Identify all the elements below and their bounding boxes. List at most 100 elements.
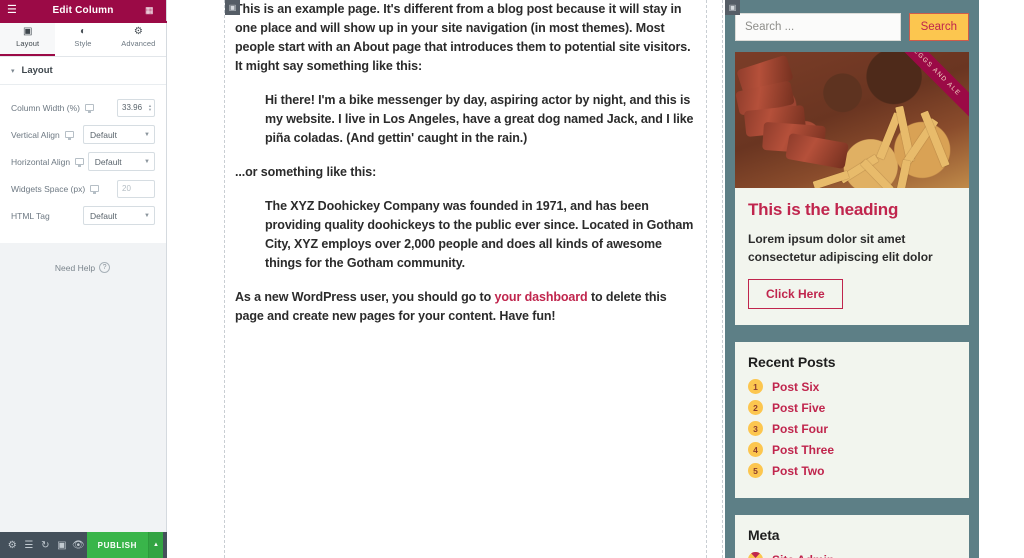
control-html-tag-label: HTML Tag: [11, 210, 50, 221]
stepper-arrows-icon[interactable]: ▲ ▼: [148, 104, 154, 111]
click-here-button[interactable]: Click Here: [748, 279, 843, 309]
paragraph-final: As a new WordPress user, you should go t…: [235, 288, 696, 326]
settings-gear-icon[interactable]: ⚙: [4, 532, 21, 558]
list-item: Site Admin: [748, 552, 956, 558]
chevron-down-icon: ▼: [144, 212, 150, 219]
panel-title: Edit Column: [52, 5, 114, 16]
paragraph-intro: This is an example page. It's different …: [235, 2, 691, 73]
elementor-settings-panel: ☰ Edit Column ▦ ▣ Layout ◐ Style ⚙ Advan…: [0, 0, 167, 558]
meta-list: Site Admin Log out Entries feed: [748, 552, 956, 558]
post-number-badge: 3: [748, 421, 763, 436]
responsive-mode-icon[interactable]: ▣: [54, 532, 71, 558]
horizontal-align-value: Default: [94, 156, 122, 167]
blockquote-one: Hi there! I'm a bike messenger by day, a…: [265, 93, 694, 145]
column-width-value: 33.96: [122, 103, 143, 112]
column-width-input[interactable]: 33.96 ▲ ▼: [117, 98, 155, 117]
panel-footer-toolbar: ⚙ ☰ ↻ ▣ 👁 PUBLISH ▲: [0, 532, 167, 558]
column-handle-icon[interactable]: ▣: [225, 0, 240, 15]
editor-canvas: ▣ This is an example page. It's differen…: [167, 0, 1024, 558]
vertical-align-select[interactable]: Default ▼: [83, 125, 155, 144]
desktop-icon[interactable]: [84, 104, 94, 113]
recent-posts-widget: Recent Posts 1 Post Six 2 Post Five 3 Po…: [735, 342, 969, 498]
layers-navigator-icon[interactable]: ☰: [21, 532, 38, 558]
chevron-down-icon: ▼: [144, 158, 150, 165]
meta-link[interactable]: Site Admin: [772, 553, 834, 558]
sidebar-column: ▣ Search ... Search EGGS AND ALE This is…: [725, 0, 979, 558]
hero-card: EGGS AND ALE This is the heading Lorem i…: [735, 52, 969, 325]
vertical-align-value: Default: [90, 129, 117, 140]
html-tag-value: Default: [90, 210, 117, 221]
control-column-width: Column Width (%) 33.96 ▲ ▼: [11, 94, 155, 121]
post-number-badge: 5: [748, 463, 763, 478]
control-widgets-space-label: Widgets Space (px): [11, 183, 86, 194]
control-column-width-label: Column Width (%): [11, 102, 80, 113]
steak-and-fries-photo: EGGS AND ALE: [735, 52, 969, 188]
desktop-icon[interactable]: [75, 158, 84, 167]
paragraph-or: ...or something like this:: [235, 165, 377, 179]
control-horizontal-align: Horizontal Align Default ▼: [11, 148, 155, 175]
bowtie-bullet-icon: [748, 552, 763, 558]
hero-body-text: Lorem ipsum dolor sit amet consectetur a…: [748, 232, 933, 264]
post-number-badge: 1: [748, 379, 763, 394]
control-vertical-align: Vertical Align Default ▼: [11, 121, 155, 148]
list-item: 5 Post Two: [748, 463, 956, 478]
recent-posts-list: 1 Post Six 2 Post Five 3 Post Four 4 Pos…: [748, 379, 956, 478]
recent-posts-title: Recent Posts: [748, 354, 836, 370]
main-content-column: ▣ This is an example page. It's differen…: [225, 0, 704, 341]
meta-title: Meta: [748, 527, 780, 543]
question-circle-icon: ?: [99, 262, 111, 273]
apps-grid-icon[interactable]: ▦: [145, 6, 159, 15]
panel-accent-bar: [0, 21, 167, 23]
widgets-space-placeholder: 20: [122, 184, 131, 193]
sidebar-inner: Search ... Search EGGS AND ALE This is t…: [725, 0, 979, 558]
preview-eye-icon[interactable]: 👁: [70, 532, 87, 558]
html-tag-select[interactable]: Default ▼: [83, 206, 155, 225]
widgets-space-input[interactable]: 20: [117, 179, 155, 198]
chevron-down-icon: ▼: [144, 131, 150, 138]
panel-tabs: ▣ Layout ◐ Style ⚙ Advanced: [0, 21, 166, 57]
search-widget: Search ... Search: [735, 13, 969, 41]
post-link[interactable]: Post Four: [772, 422, 828, 436]
publish-label: PUBLISH: [97, 540, 137, 550]
tab-style[interactable]: ◐ Style: [55, 21, 110, 56]
search-button[interactable]: Search: [908, 13, 969, 41]
need-help-link[interactable]: Need Help ?: [0, 262, 165, 273]
contrast-half-circle-icon: ◐: [79, 26, 87, 37]
publish-options-arrow[interactable]: ▲: [147, 532, 164, 558]
section-layout-header[interactable]: ▾ Layout: [0, 57, 166, 85]
hamburger-icon[interactable]: ☰: [7, 5, 21, 16]
post-link[interactable]: Post Six: [772, 380, 819, 394]
tab-style-label: Style: [74, 39, 92, 48]
post-number-badge: 4: [748, 442, 763, 457]
control-vertical-align-label: Vertical Align: [11, 129, 60, 140]
history-clock-icon[interactable]: ↻: [37, 532, 54, 558]
column-guide-left: [224, 0, 225, 558]
search-input[interactable]: Search ...: [735, 13, 901, 41]
post-number-badge: 2: [748, 400, 763, 415]
panel-header: ☰ Edit Column ▦: [0, 0, 166, 21]
desktop-icon[interactable]: [90, 185, 100, 194]
tab-advanced-label: Advanced: [121, 39, 156, 48]
tab-layout-label: Layout: [16, 39, 40, 48]
tab-layout[interactable]: ▣ Layout: [0, 21, 56, 56]
blockquote-two: The XYZ Doohickey Company was founded in…: [265, 199, 694, 270]
tab-advanced[interactable]: ⚙ Advanced: [111, 21, 166, 56]
desktop-icon[interactable]: [64, 131, 74, 140]
dashboard-link[interactable]: your dashboard: [495, 290, 588, 304]
hero-heading: This is the heading: [748, 200, 899, 219]
chevron-down-icon: ▾: [11, 67, 15, 75]
column-guide-mid: [706, 0, 707, 558]
list-item: 1 Post Six: [748, 379, 956, 394]
column-handle-icon[interactable]: ▣: [725, 0, 740, 15]
page-preview: ▣ This is an example page. It's differen…: [167, 0, 1024, 558]
post-link[interactable]: Post Three: [772, 443, 834, 457]
post-link[interactable]: Post Five: [772, 401, 825, 415]
publish-button[interactable]: PUBLISH: [86, 532, 148, 558]
final-prefix: As a new WordPress user, you should go t…: [235, 290, 495, 304]
post-link[interactable]: Post Two: [772, 464, 824, 478]
hero-body: This is the heading Lorem ipsum dolor si…: [735, 188, 969, 325]
list-item: 2 Post Five: [748, 400, 956, 415]
page-body-text: This is an example page. It's different …: [227, 0, 704, 326]
horizontal-align-select[interactable]: Default ▼: [87, 152, 155, 171]
list-item: 3 Post Four: [748, 421, 956, 436]
